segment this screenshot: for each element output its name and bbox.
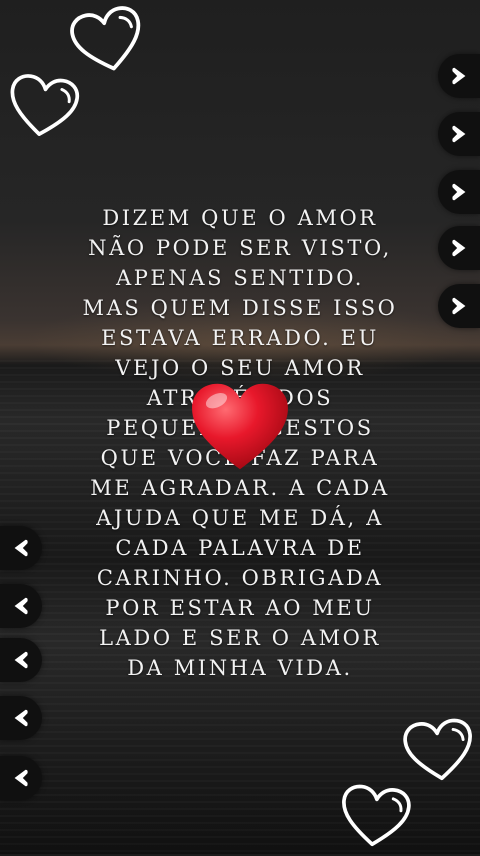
chevron-left-icon bbox=[14, 709, 28, 727]
red-heart-icon bbox=[192, 383, 288, 470]
heart-outline-icon bbox=[342, 784, 411, 847]
chevron-left-icon bbox=[14, 539, 28, 557]
chevron-right-icon bbox=[452, 183, 466, 201]
chevron-right-icon bbox=[452, 67, 466, 85]
quote-line: APENAS SENTIDO. bbox=[115, 266, 365, 290]
chevron-right-icon bbox=[452, 125, 466, 143]
chevron-right-icon bbox=[452, 297, 466, 315]
quote-line: AJUDA QUE ME DÁ, A bbox=[96, 506, 384, 530]
chevron-right-icon bbox=[452, 239, 466, 257]
quote-line: CADA PALAVRA DE bbox=[115, 536, 365, 560]
quote-line: DA MINHA VIDA. bbox=[127, 656, 353, 680]
next-arrow-tab[interactable] bbox=[438, 54, 480, 98]
next-arrow-tab[interactable] bbox=[438, 112, 480, 156]
next-arrow-tab[interactable] bbox=[438, 226, 480, 270]
previous-arrow-tab[interactable] bbox=[0, 756, 42, 800]
quote-line: VEJO O SEU AMOR bbox=[115, 356, 365, 380]
heart-outline-icon bbox=[403, 718, 472, 781]
next-arrow-tab[interactable] bbox=[438, 284, 480, 328]
next-arrow-tab[interactable] bbox=[438, 170, 480, 214]
chevron-left-icon bbox=[14, 597, 28, 615]
quote-line: DIZEM QUE O AMOR bbox=[102, 206, 378, 230]
quote-line: MAS QUEM DISSE ISSO bbox=[82, 296, 398, 320]
quote-line: NÃO PODE SER VISTO, bbox=[88, 236, 392, 260]
quote-line: LADO E SER O AMOR bbox=[99, 626, 381, 650]
quote-line: ESTAVA ERRADO. EU bbox=[101, 326, 379, 350]
previous-arrow-tab[interactable] bbox=[0, 584, 42, 628]
previous-arrow-tab[interactable] bbox=[0, 526, 42, 570]
quote-line: CARINHO. OBRIGADA bbox=[96, 566, 384, 590]
previous-arrow-tab[interactable] bbox=[0, 696, 42, 740]
chevron-left-icon bbox=[14, 769, 28, 787]
chevron-left-icon bbox=[14, 651, 28, 669]
quote-line: POR ESTAR AO MEU bbox=[105, 596, 375, 620]
previous-arrow-tab[interactable] bbox=[0, 638, 42, 682]
heart-outline-icon bbox=[10, 74, 80, 136]
quote-line: ME AGRADAR. A CADA bbox=[90, 476, 390, 500]
